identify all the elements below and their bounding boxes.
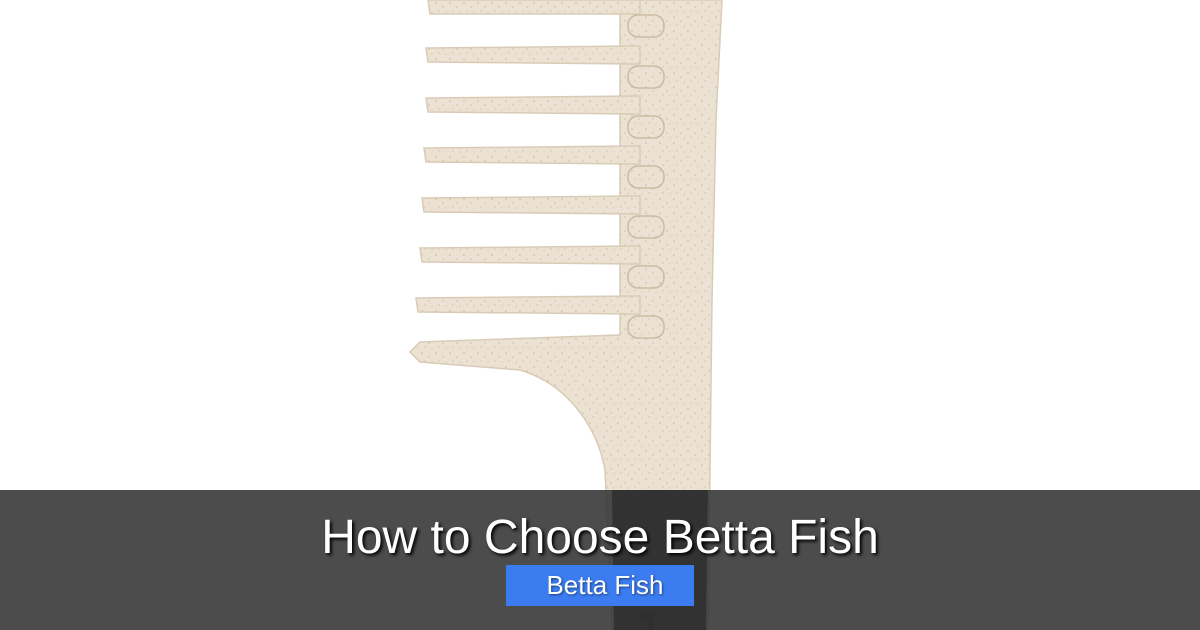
category-badge[interactable]: Betta Fish bbox=[506, 565, 694, 606]
page-title[interactable]: How to Choose Betta Fish bbox=[0, 508, 1200, 568]
category-label: Betta Fish bbox=[546, 570, 664, 600]
